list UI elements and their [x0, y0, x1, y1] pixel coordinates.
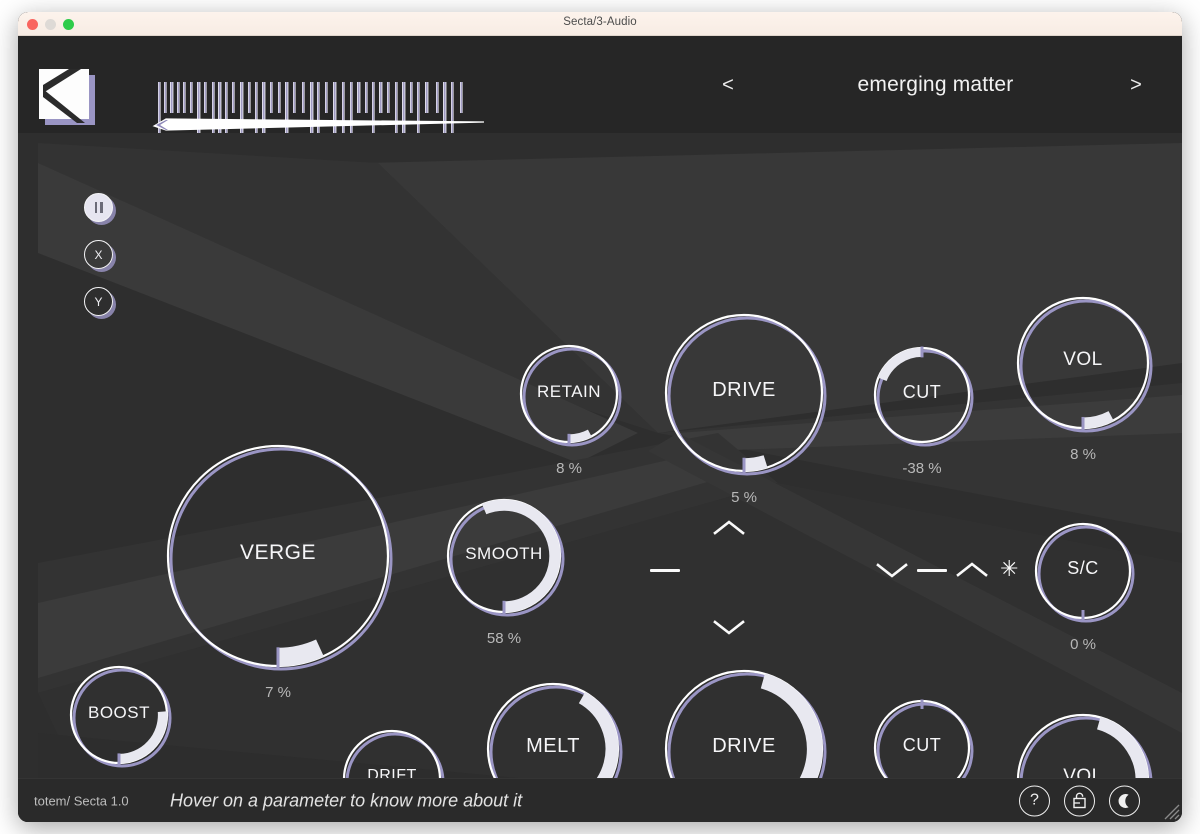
mode-button-y[interactable]: Y [84, 287, 113, 316]
chevron-down-icon [876, 563, 908, 578]
knob-dial [1016, 296, 1153, 433]
plugin-header: < emerging matter > [18, 36, 1182, 133]
footer-icon-group: ? [1019, 785, 1140, 816]
knob-value-arc [277, 639, 324, 667]
mode-button-group: XY [84, 193, 113, 316]
knob-value-arc [1082, 410, 1114, 429]
knob-dial [446, 498, 565, 617]
link-dash-button[interactable] [917, 569, 947, 572]
knob-dial [873, 699, 974, 778]
route-up-button[interactable] [712, 518, 746, 538]
link-up-button[interactable] [955, 560, 989, 580]
knob-drive-top[interactable]: DRIVE 5 % [652, 301, 836, 506]
knob-value-arc [568, 429, 592, 443]
knob-dial [166, 444, 393, 671]
knob-dial [873, 346, 974, 447]
knob-dial [664, 669, 827, 778]
chevron-down-icon [713, 620, 745, 635]
link-star-button[interactable]: ✳ [1000, 558, 1018, 580]
knob-melt[interactable]: MELT43 % [474, 670, 632, 778]
prev-preset-button[interactable]: < [715, 75, 741, 95]
knob-dial [664, 313, 827, 476]
asterisk-icon: ✳ [1000, 556, 1019, 581]
resize-grip[interactable] [1158, 798, 1180, 820]
plugin-window: Secta/3-Audio < emerging matter > X Y RE… [18, 12, 1182, 822]
lock-icon[interactable] [1064, 785, 1095, 816]
knob-dial [519, 344, 622, 447]
knob-verge[interactable]: VERGE 7 % [154, 432, 402, 701]
moon-icon-glyph [1118, 793, 1129, 808]
help-icon[interactable]: ? [1019, 785, 1050, 816]
preset-name[interactable]: emerging matter [748, 73, 1123, 97]
moon-icon[interactable] [1109, 785, 1140, 816]
knob-value-arc [1096, 716, 1149, 778]
knob-retain[interactable]: RETAIN 8 % [507, 332, 631, 477]
knob-dial [342, 729, 445, 778]
mode-button-label: Y [94, 294, 103, 309]
knob-vol-bottom[interactable]: VOL47 % [1004, 701, 1162, 778]
knob-cut-top[interactable]: CUT -38 % [861, 334, 983, 477]
knob-value-arc [481, 499, 561, 613]
link-down-button[interactable] [875, 560, 909, 580]
mode-button-pause[interactable] [84, 193, 113, 222]
route-down-button[interactable] [712, 617, 746, 637]
help-icon-glyph: ? [1030, 791, 1039, 809]
pause-icon [94, 202, 103, 213]
window-titlebar: Secta/3-Audio [18, 12, 1182, 36]
knob-boost[interactable]: BOOST27 % [57, 653, 181, 777]
lock-icon-glyph [1073, 792, 1086, 809]
preset-navigator: < emerging matter > [658, 36, 1182, 133]
knob-sidechain[interactable]: S/C 0 % [1022, 510, 1144, 653]
window-title: Secta/3-Audio [563, 16, 637, 28]
knob-vol-top[interactable]: VOL 8 % [1004, 284, 1162, 463]
knob-drive-bottom[interactable]: DRIVE47 % [652, 657, 836, 778]
knob-dial [69, 665, 172, 768]
version-label: totem/ Secta 1.0 [34, 793, 129, 808]
mode-button-label: X [94, 247, 103, 262]
chevron-up-icon [956, 562, 988, 577]
knob-dial [1034, 522, 1135, 623]
knob-value-arc [877, 347, 923, 382]
chevron-up-icon [713, 520, 745, 535]
mode-button-x[interactable]: X [84, 240, 113, 269]
knob-value-arc [760, 673, 823, 778]
knob-dial [486, 682, 623, 778]
plugin-footer: totem/ Secta 1.0 Hover on a parameter to… [18, 778, 1182, 822]
totem-k-logo [39, 69, 95, 125]
knob-value-arc [578, 691, 619, 778]
knob-smooth[interactable]: SMOOTH 58 % [434, 486, 574, 647]
knob-drift[interactable]: DRIFT21 % [330, 717, 454, 778]
next-preset-button[interactable]: > [1123, 75, 1149, 95]
route-left-button[interactable] [650, 569, 680, 572]
knob-value-arc [743, 455, 768, 472]
barcode-waveform-graphic [152, 82, 485, 133]
knob-cut-bottom[interactable]: CUT0 % [861, 687, 983, 778]
hint-text: Hover on a parameter to know more about … [170, 790, 523, 810]
main-panel: XY RETAIN 8 % DRIVE 5 % CUT -38 % VOL 8 % VERGE 7… [18, 133, 1182, 778]
plugin-body: < emerging matter > X Y RETAIN 8 % DRIVE… [18, 36, 1182, 822]
knob-dial [1016, 713, 1153, 778]
